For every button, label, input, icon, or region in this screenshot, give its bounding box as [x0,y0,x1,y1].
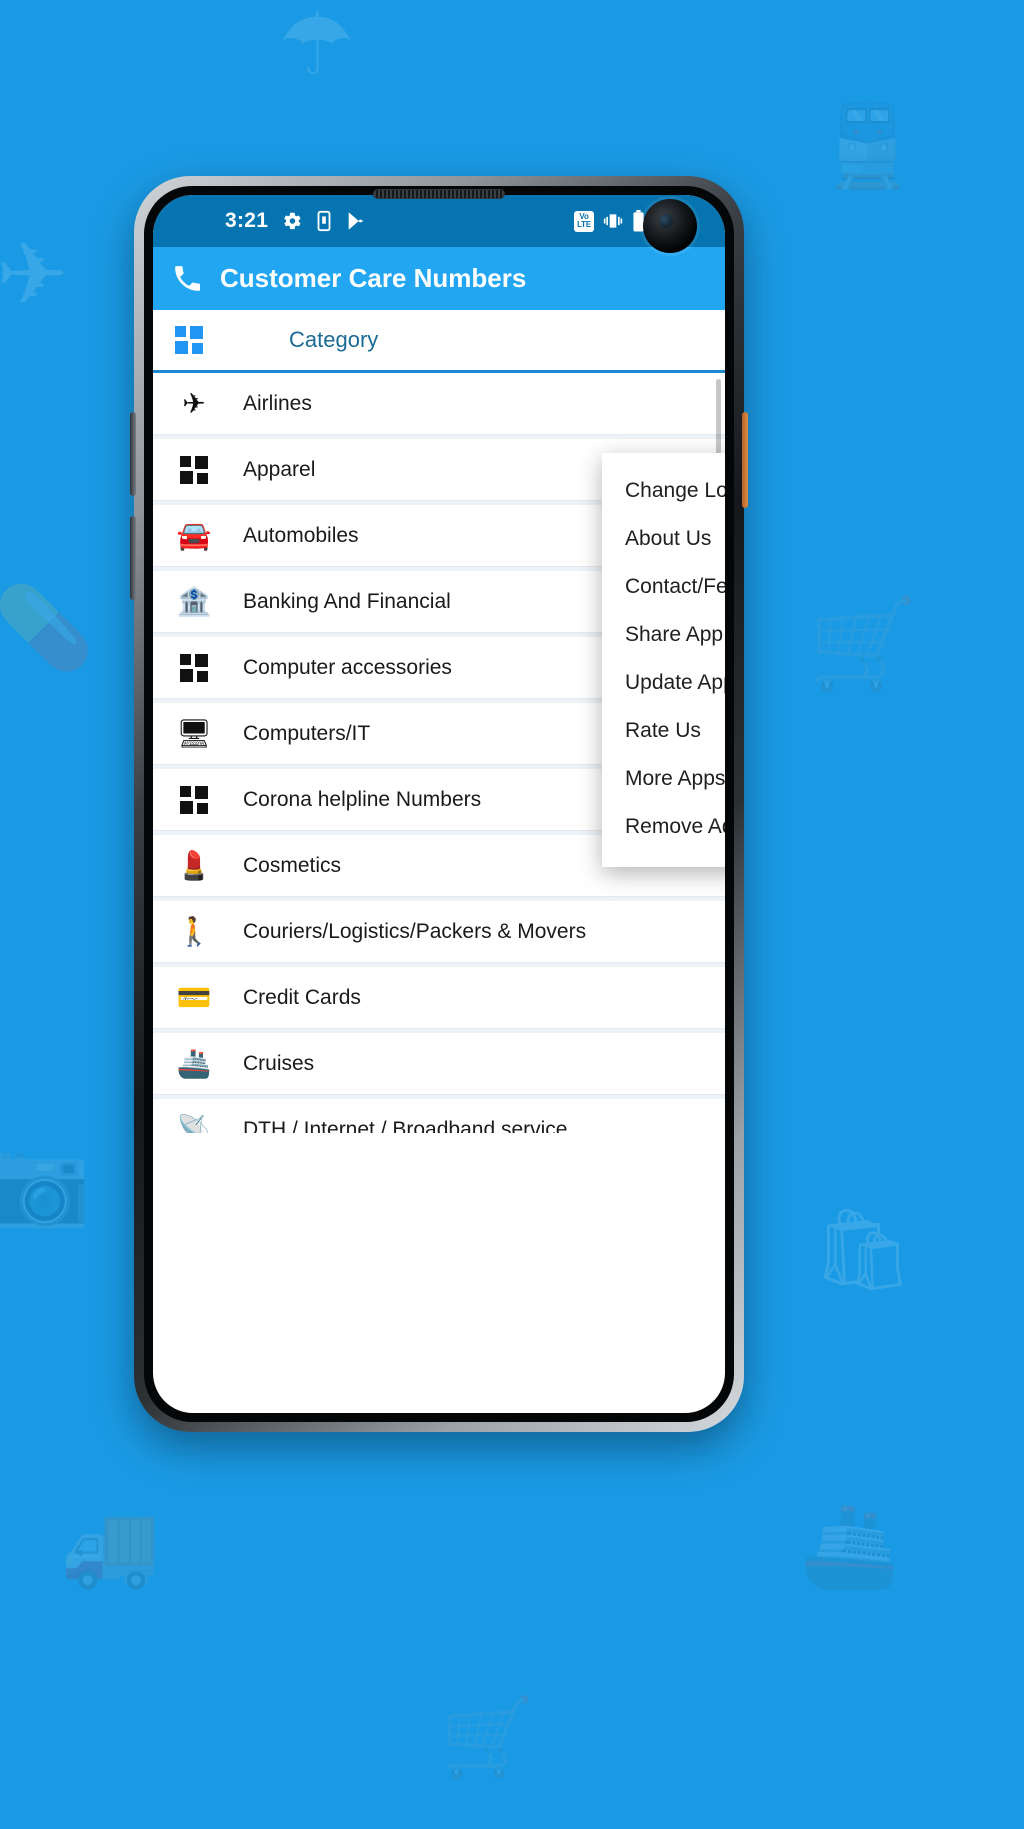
list-item-label: Computers/IT [243,721,371,745]
app-bar-title: Customer Care Numbers [220,263,527,293]
list-item[interactable]: 💳 Credit Cards [153,967,725,1029]
list-item-label: Corona helpline Numbers [243,787,482,811]
grid-icon [175,326,203,354]
phone-icon [175,266,201,291]
tab-category[interactable]: Category [153,326,725,354]
grid-icon [171,785,217,814]
menu-item-share-app[interactable]: Share App [602,611,725,659]
menu-item-more-apps[interactable]: More Apps [602,755,725,803]
sim-card-icon [317,210,331,232]
play-store-icon [348,212,364,230]
app-bar: Customer Care Numbers [153,247,725,310]
grid-icon [171,455,217,484]
tab-category-label: Category [289,327,379,352]
volume-up-button[interactable] [130,412,136,496]
watermark-train-icon: 🚆 [818,101,918,190]
list-item-label: Automobiles [243,523,359,547]
phone-frame: 3:21 Vo LTE Customer Care Numbers Catego… [130,176,748,1432]
power-button[interactable] [742,412,748,508]
earpiece-speaker-icon [373,189,505,199]
list-item-label: Computer accessories [243,655,452,679]
menu-item-update-app[interactable]: Update App [602,659,725,707]
overflow-menu[interactable]: Change LocationAbout UsContact/FeedbackS… [602,453,725,867]
list-item-label: Cruises [243,1051,315,1075]
bank-icon: 🏦 [176,586,212,617]
watermark-bag-icon: 🛍 [812,1205,914,1294]
menu-item-about-us[interactable]: About Us [602,515,725,563]
gear-icon [284,212,301,230]
punch-hole-camera-icon [643,199,697,253]
credit-card-icon: 💳 [176,982,212,1013]
car-icon: 🚘 [176,520,212,551]
status-bar-clock: 3:21 [225,209,269,232]
list-item[interactable]: 🚢 Cruises [153,1033,725,1095]
vibrate-icon [603,214,623,228]
list-item[interactable]: ✈ Airlines [153,373,725,435]
list-item-label: Cosmetics [243,853,342,877]
desktop-computer-icon: 🖥 [176,718,212,749]
watermark-boat-icon: 🚢 [800,1501,900,1590]
courier-icon: 🚶 [176,916,212,947]
menu-item-contact-feedback[interactable]: Contact/Feedback [602,563,725,611]
watermark-cart2-icon: 🛒 [440,1695,535,1780]
list-item-label: Airlines [243,391,312,415]
list-item-label: Couriers/Logistics/Packers & Movers [243,919,587,943]
list-item-label: Banking And Financial [243,589,451,613]
volte-icon: Vo LTE [574,210,594,232]
watermark-airplane-icon: ✈ [0,227,69,323]
watermark-medical-icon: 💊 [0,583,94,672]
menu-item-remove-ads[interactable]: Remove Ads [602,803,725,851]
list-item-label: Apparel [243,457,316,481]
satellite-dish-icon: 📡 [176,1114,212,1133]
watermark-umbrella-icon: ☂ [278,0,356,93]
grid-icon [171,653,217,682]
airplane-icon: ✈ [182,388,206,419]
menu-item-rate-us[interactable]: Rate Us [602,707,725,755]
phone-bezel: 3:21 Vo LTE Customer Care Numbers Catego… [144,186,734,1422]
list-item-label: Credit Cards [243,985,361,1009]
mirror-icon: 💄 [176,850,212,881]
ship-icon: 🚢 [176,1048,212,1079]
watermark-camera-icon: 📷 [0,1135,91,1229]
list-item[interactable]: 🚶 Couriers/Logistics/Packers & Movers [153,901,725,963]
watermark-cart-icon: 🛒 [808,594,918,693]
watermark-truck-icon: 🚚 [60,1501,160,1590]
list-item[interactable]: 📡 DTH / Internet / Broadband service [153,1099,725,1133]
status-bar: 3:21 Vo LTE [153,195,725,253]
menu-item-change-location[interactable]: Change Location [602,467,725,515]
volume-down-button[interactable] [130,516,136,600]
status-bar-left: 3:21 [225,209,367,233]
list-item-label: DTH / Internet / Broadband service [243,1117,568,1134]
tab-bar: Category [153,310,725,373]
phone-screen: 3:21 Vo LTE Customer Care Numbers Catego… [153,195,725,1413]
